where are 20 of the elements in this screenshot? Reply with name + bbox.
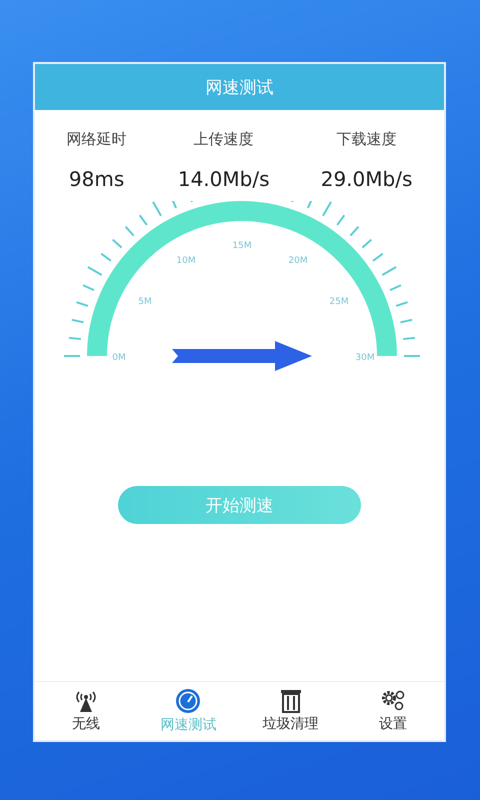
scale-label: 25M <box>329 297 349 307</box>
stat-label: 下载速度 <box>336 130 397 149</box>
stat-label: 上传速度 <box>194 130 254 149</box>
nav-tab[interactable]: 无线 <box>35 682 138 740</box>
scale-label: 5M <box>138 297 152 307</box>
stat-value: 29.0Mb/s <box>320 167 412 191</box>
nav-tab[interactable]: 设置 <box>342 682 444 740</box>
header-title: 网速测试 <box>35 64 444 110</box>
gears-icon <box>380 689 406 713</box>
scale-label: 10M <box>176 256 196 266</box>
stat-value: 98ms <box>68 167 124 191</box>
nav-tab[interactable]: 垃圾清理 <box>240 682 342 740</box>
scale-label: 20M <box>288 256 308 266</box>
scale-label: 15M <box>232 241 252 251</box>
scale-label: 30M <box>355 353 375 363</box>
stat-value: 14.0Mb/s <box>178 167 270 191</box>
stat-label: 网络延时 <box>66 130 127 149</box>
speedometer-icon <box>175 688 202 714</box>
scale-label: 0M <box>112 353 126 363</box>
trash-icon <box>280 689 302 713</box>
